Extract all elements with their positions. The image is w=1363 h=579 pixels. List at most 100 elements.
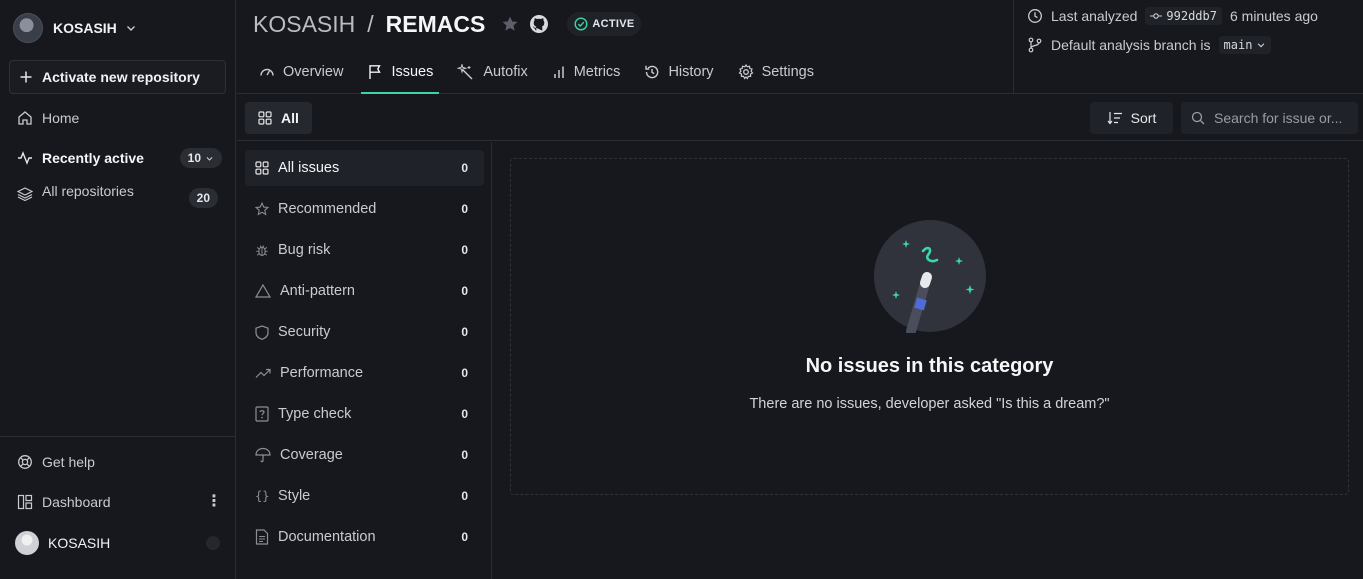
nav-dashboard-label: Dashboard — [42, 494, 111, 510]
trend-icon — [255, 367, 271, 379]
category-label: Bug risk — [278, 242, 331, 258]
search-input[interactable] — [1214, 110, 1354, 126]
braces-icon: {} — [255, 489, 270, 503]
nav-recently-active[interactable]: Recently active 10 — [17, 146, 222, 170]
category-documentation[interactable]: Documentation 0 — [245, 519, 484, 555]
empty-state: No issues in this category There are no … — [510, 158, 1349, 495]
tab-settings[interactable]: Settings — [732, 52, 820, 94]
sidebar: KOSASIH Activate new repository Home Rec… — [0, 0, 236, 579]
shield-icon — [255, 324, 269, 340]
category-label: Anti-pattern — [280, 283, 355, 299]
category-count: 0 — [461, 325, 468, 339]
check-circle-icon — [574, 17, 588, 31]
grid-icon — [255, 161, 269, 175]
nav-home[interactable]: Home — [17, 106, 222, 130]
presence-indicator — [206, 536, 220, 550]
category-count: 0 — [461, 489, 468, 503]
category-count: 0 — [461, 366, 468, 380]
status-badge: ACTIVE — [567, 12, 642, 36]
repo-owner-link[interactable]: KOSASIH — [253, 11, 355, 38]
github-icon[interactable] — [529, 14, 549, 34]
sort-label: Sort — [1130, 110, 1157, 126]
category-count: 0 — [461, 530, 468, 544]
org-name: KOSASIH — [53, 20, 117, 36]
branch-label: Default analysis branch is — [1051, 37, 1211, 53]
activate-repository-button[interactable]: Activate new repository — [9, 60, 226, 94]
sort-icon — [1107, 111, 1123, 125]
nav-get-help[interactable]: Get help — [17, 450, 222, 474]
category-recommended[interactable]: Recommended 0 — [245, 191, 484, 227]
category-anti-pattern[interactable]: Anti-pattern 0 — [245, 273, 484, 309]
user-menu[interactable]: KOSASIH — [15, 531, 220, 555]
history-icon — [644, 64, 660, 80]
all-repositories-count: 20 — [188, 188, 218, 208]
chevron-down-icon — [205, 154, 214, 163]
tab-overview[interactable]: Overview — [253, 52, 349, 94]
activate-label: Activate new repository — [42, 69, 200, 85]
recently-active-count-dropdown[interactable]: 10 — [179, 148, 222, 168]
empty-state-subtitle: There are no issues, developer asked "Is… — [749, 396, 1110, 412]
branch-name: main — [1223, 38, 1253, 52]
category-count: 0 — [461, 284, 468, 298]
repo-header: KOSASIH / REMACS ACTIVE Overview Issues — [237, 0, 1363, 94]
sort-button[interactable]: Sort — [1090, 102, 1173, 134]
filter-all-button[interactable]: All — [245, 102, 312, 134]
plus-icon — [19, 70, 33, 84]
home-icon — [17, 110, 33, 126]
gear-icon — [738, 64, 754, 80]
nav-dashboard[interactable]: Dashboard ⋮ — [17, 490, 222, 514]
empty-state-title: No issues in this category — [805, 355, 1054, 377]
bar-chart-icon — [552, 65, 566, 79]
issues-toolbar: All Sort — [237, 95, 1363, 141]
activity-icon — [17, 150, 33, 166]
category-count: 0 — [461, 448, 468, 462]
nav-home-label: Home — [42, 110, 80, 126]
recently-active-count: 10 — [187, 151, 201, 165]
category-label: Style — [278, 488, 311, 504]
umbrella-icon — [255, 447, 271, 463]
status-label: ACTIVE — [592, 18, 635, 30]
tab-issues[interactable]: Issues — [361, 52, 440, 94]
commit-link[interactable]: 992ddb7 — [1145, 7, 1222, 25]
search-icon — [1191, 111, 1205, 125]
dashboard-icon — [17, 494, 33, 510]
tab-history-label: History — [668, 64, 714, 80]
flag-icon — [367, 64, 383, 80]
category-bug-risk[interactable]: Bug risk 0 — [245, 232, 484, 268]
nav-all-repositories[interactable]: All repositories 20 — [17, 182, 222, 208]
category-count: 0 — [461, 161, 468, 175]
branch-selector[interactable]: main — [1218, 36, 1272, 54]
commit-icon — [1150, 12, 1163, 20]
category-security[interactable]: Security 0 — [245, 314, 484, 350]
last-analyzed-label: Last analyzed — [1051, 8, 1138, 24]
star-icon[interactable] — [501, 15, 519, 33]
nav-all-repositories-label: All repositories — [42, 183, 134, 199]
category-performance[interactable]: Performance 0 — [245, 355, 484, 391]
commit-hash: 992ddb7 — [1166, 9, 1217, 23]
default-branch: Default analysis branch is main — [1027, 36, 1272, 54]
tab-autofix-label: Autofix — [483, 64, 528, 80]
tab-overview-label: Overview — [283, 64, 344, 80]
org-switcher[interactable]: KOSASIH — [13, 12, 137, 44]
lifebuoy-icon — [17, 454, 33, 470]
category-coverage[interactable]: Coverage 0 — [245, 437, 484, 473]
user-name: KOSASIH — [48, 535, 111, 551]
tab-history[interactable]: History — [638, 52, 719, 94]
tab-issues-label: Issues — [391, 64, 434, 80]
tab-autofix[interactable]: Autofix — [451, 52, 533, 94]
category-count: 0 — [461, 202, 468, 216]
bug-icon — [255, 243, 269, 257]
repo-tabs: Overview Issues Autofix Metrics History — [253, 52, 832, 94]
category-style[interactable]: {} Style 0 — [245, 478, 484, 514]
magic-wand-illustration — [873, 219, 987, 333]
category-type-check[interactable]: Type check 0 — [245, 396, 484, 432]
category-label: Documentation — [278, 529, 376, 545]
org-avatar — [13, 13, 43, 43]
category-label: Type check — [278, 406, 352, 422]
title-separator: / — [367, 10, 374, 37]
tab-settings-label: Settings — [761, 64, 814, 80]
more-options-icon[interactable]: ⋮ — [206, 494, 222, 510]
category-all-issues[interactable]: All issues 0 — [245, 150, 484, 186]
nav-recently-active-label: Recently active — [42, 150, 144, 166]
tab-metrics[interactable]: Metrics — [546, 52, 627, 94]
